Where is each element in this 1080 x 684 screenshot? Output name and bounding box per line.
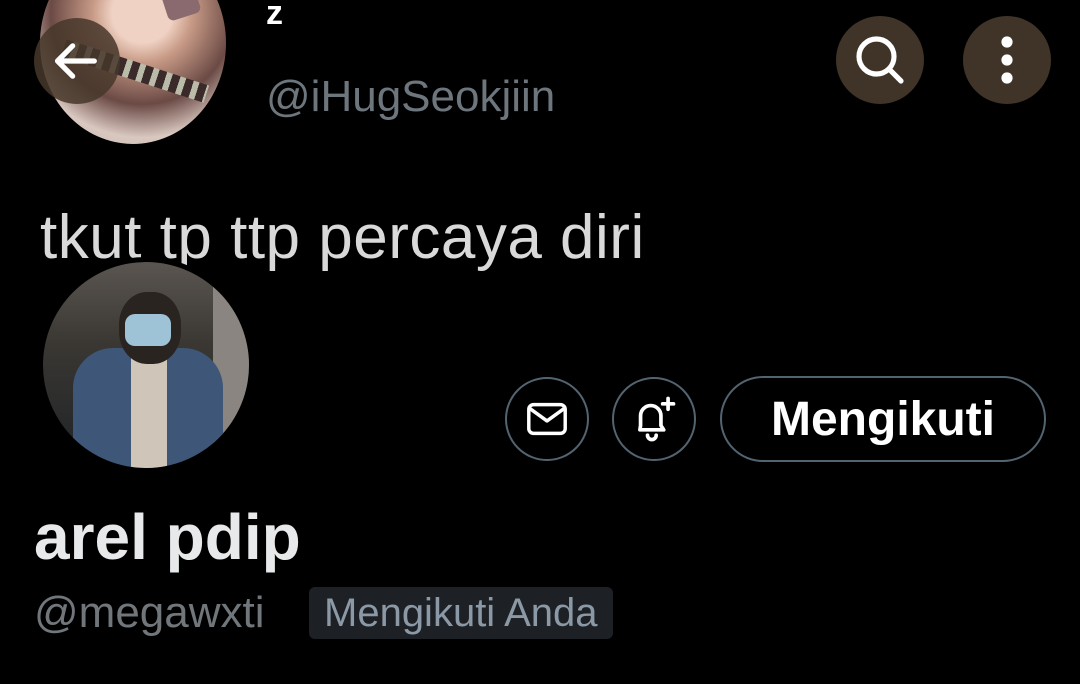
profile-display-name: arel pdip — [34, 501, 301, 573]
more-options-button[interactable] — [963, 16, 1051, 104]
avatar-photo-shirt — [131, 358, 167, 468]
profile-handle: @megawxti — [34, 588, 265, 637]
avatar-photo — [43, 262, 249, 468]
more-vertical-icon — [1001, 36, 1013, 84]
notifications-button[interactable] — [612, 377, 696, 461]
search-button[interactable] — [836, 16, 924, 104]
avatar-photo-mask — [125, 314, 171, 346]
banner-avatar-phone — [152, 0, 202, 22]
mail-icon — [527, 402, 567, 436]
profile-avatar[interactable] — [38, 257, 254, 473]
arrow-left-icon — [54, 43, 97, 79]
banner-tweet-handle: @iHugSeokjiin — [266, 72, 556, 121]
bell-plus-icon — [638, 396, 676, 442]
banner-tweet-name: z — [266, 0, 283, 32]
search-icon — [856, 36, 904, 84]
back-button[interactable] — [34, 18, 120, 104]
follows-you-badge: Mengikuti Anda — [309, 587, 613, 639]
following-button[interactable]: Mengikuti — [720, 376, 1046, 462]
message-button[interactable] — [505, 377, 589, 461]
